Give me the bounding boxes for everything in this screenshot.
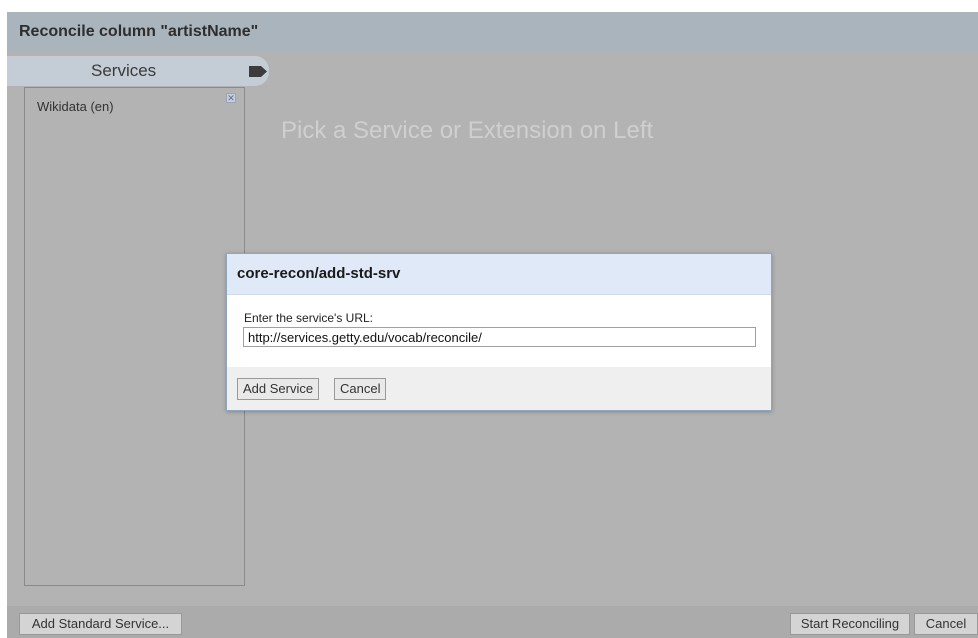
modal-footer: Add Service Cancel bbox=[227, 367, 771, 410]
services-list: Wikidata (en) ✕ bbox=[24, 87, 245, 586]
start-reconciling-button[interactable]: Start Reconciling bbox=[790, 613, 910, 635]
tag-icon[interactable] bbox=[249, 66, 267, 77]
service-url-input[interactable] bbox=[243, 327, 756, 347]
top-strip bbox=[0, 0, 978, 12]
service-item-wikidata[interactable]: Wikidata (en) bbox=[37, 99, 114, 114]
modal-title: core-recon/add-std-srv bbox=[227, 254, 771, 295]
modal-cancel-button[interactable]: Cancel bbox=[334, 378, 387, 400]
services-tab[interactable]: Services bbox=[7, 56, 269, 86]
service-placeholder: Pick a Service or Extension on Left bbox=[281, 117, 654, 144]
close-icon[interactable]: ✕ bbox=[226, 93, 236, 103]
services-tab-label: Services bbox=[91, 61, 157, 80]
dialog-title: Reconcile column "artistName" bbox=[7, 12, 978, 52]
dialog-footer: Add Standard Service... Start Reconcilin… bbox=[7, 606, 978, 638]
url-label: Enter the service's URL: bbox=[244, 311, 374, 325]
add-service-modal: core-recon/add-std-srv Enter the service… bbox=[226, 253, 772, 411]
modal-body: Enter the service's URL: bbox=[227, 295, 771, 367]
add-service-button[interactable]: Add Service bbox=[237, 378, 320, 400]
add-standard-service-button[interactable]: Add Standard Service... bbox=[19, 613, 182, 635]
cancel-button[interactable]: Cancel bbox=[914, 613, 978, 635]
